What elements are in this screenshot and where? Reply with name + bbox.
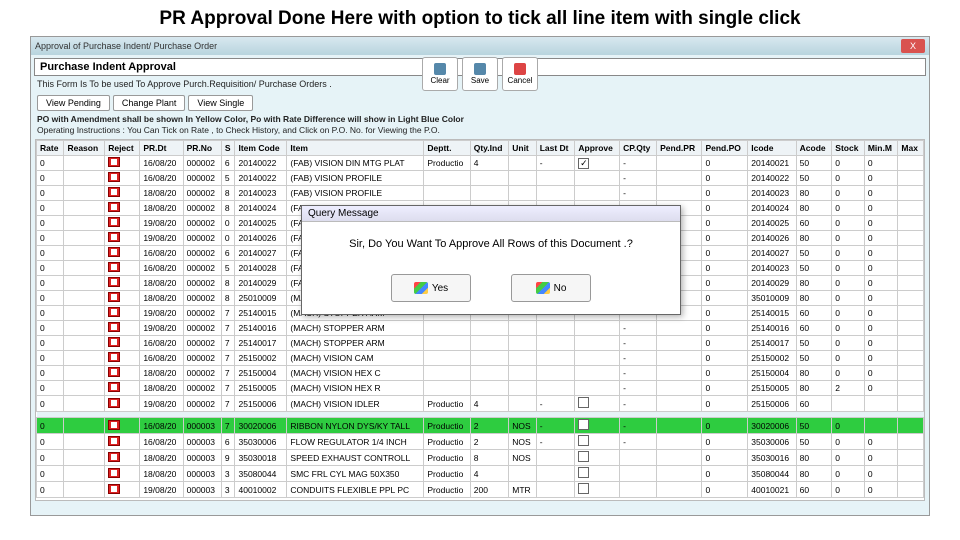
note-instructions: Operating Instructions : You Can Tick on… [31,125,929,137]
reject-checkbox[interactable] [108,217,120,227]
approve-checkbox[interactable] [578,435,589,446]
table-row[interactable]: 018/08/20000003335080044SMC FRL CYL MAG … [37,466,924,482]
change-plant-button[interactable]: Change Plant [113,95,186,111]
col-header[interactable]: Qty.Ind [470,141,509,156]
dialog-message: Sir, Do You Want To Approve All Rows of … [302,222,680,260]
col-header[interactable]: Reason [64,141,105,156]
note-amendment: PO with Amendment shall be shown In Yell… [31,113,929,125]
slide-title: PR Approval Done Here with option to tic… [0,0,960,36]
reject-checkbox[interactable] [108,277,120,287]
table-row[interactable]: 019/08/20000003340010002CONDUITS FLEXIBL… [37,482,924,498]
reject-checkbox[interactable] [108,468,120,478]
table-row[interactable]: 018/08/20000002725150005(MACH) VISION HE… [37,381,924,396]
col-header[interactable]: Pend.PR [657,141,702,156]
table-row[interactable]: 019/08/20000002725150006(MACH) VISION ID… [37,396,924,412]
reject-checkbox[interactable] [108,247,120,257]
reject-checkbox[interactable] [108,307,120,317]
approve-checkbox[interactable] [578,397,589,408]
table-row[interactable]: 018/08/20000003935030018SPEED EXHAUST CO… [37,450,924,466]
col-header[interactable]: S [221,141,235,156]
reject-checkbox[interactable] [108,232,120,242]
reject-checkbox[interactable] [108,337,120,347]
col-header[interactable]: Icode [748,141,796,156]
reject-checkbox[interactable] [108,382,120,392]
reject-checkbox[interactable] [108,322,120,332]
reject-checkbox[interactable] [108,352,120,362]
approve-checkbox[interactable] [578,451,589,462]
reject-checkbox[interactable] [108,292,120,302]
view-single-button[interactable]: View Single [188,95,253,111]
table-row[interactable]: 019/08/20000002725140016(MACH) STOPPER A… [37,321,924,336]
confirm-dialog: Query Message Sir, Do You Want To Approv… [301,205,681,315]
reject-checkbox[interactable] [108,367,120,377]
close-icon[interactable]: X [901,39,925,53]
windows-icon [414,282,428,294]
table-row[interactable]: 018/08/20000002820140023(FAB) VISION PRO… [37,186,924,201]
col-header[interactable]: Stock [832,141,865,156]
save-button[interactable]: Save [462,57,498,91]
table-row[interactable]: 016/08/20000002725150002(MACH) VISION CA… [37,351,924,366]
reject-checkbox[interactable] [108,420,120,430]
reject-checkbox[interactable] [108,187,120,197]
titlebar: Approval of Purchase Indent/ Purchase Or… [31,37,929,55]
table-row[interactable]: 018/08/20000002725150004(MACH) VISION HE… [37,366,924,381]
yes-button[interactable]: Yes [391,274,471,302]
reject-checkbox[interactable] [108,262,120,272]
clear-button[interactable]: Clear [422,57,458,91]
no-button[interactable]: No [511,274,591,302]
col-header[interactable]: Unit [509,141,536,156]
table-row[interactable]: 016/08/20000003635030006FLOW REGULATOR 1… [37,434,924,450]
col-header[interactable]: CP.Qty [620,141,657,156]
col-header[interactable]: Acode [796,141,832,156]
cancel-icon [514,63,526,75]
reject-checkbox[interactable] [108,157,120,167]
windows-icon [536,282,550,294]
approve-checkbox[interactable] [578,467,589,478]
app-window: Approval of Purchase Indent/ Purchase Or… [30,36,930,516]
view-buttons: View Pending Change Plant View Single [31,93,929,113]
reject-checkbox[interactable] [108,452,120,462]
reject-checkbox[interactable] [108,172,120,182]
col-header[interactable]: Rate [37,141,64,156]
table-row[interactable]: 016/08/20000002725140017(MACH) STOPPER A… [37,336,924,351]
col-header[interactable]: Max [898,141,924,156]
table-row[interactable]: 016/08/20000002620140022(FAB) VISION DIN… [37,156,924,171]
reject-checkbox[interactable] [108,398,120,408]
data-grid[interactable]: RateReasonRejectPR.DtPR.NoSItem CodeItem… [35,139,925,501]
table-row[interactable]: 016/08/20000002520140022(FAB) VISION PRO… [37,171,924,186]
approve-checkbox[interactable] [578,419,589,430]
col-header[interactable]: Last Dt [536,141,575,156]
window-title: Approval of Purchase Indent/ Purchase Or… [35,41,217,51]
approve-checkbox[interactable]: ✓ [578,158,589,169]
clear-icon [434,63,446,75]
reject-checkbox[interactable] [108,202,120,212]
col-header[interactable]: Approve [575,141,620,156]
col-header[interactable]: Pend.PO [702,141,748,156]
view-pending-button[interactable]: View Pending [37,95,110,111]
reject-checkbox[interactable] [108,436,120,446]
col-header[interactable]: Item [287,141,424,156]
col-header[interactable]: Item Code [235,141,287,156]
reject-checkbox[interactable] [108,484,120,494]
col-header[interactable]: PR.No [183,141,221,156]
col-header[interactable]: Reject [105,141,140,156]
table-row[interactable]: 016/08/20000003730020006RIBBON NYLON DYS… [37,418,924,434]
col-header[interactable]: PR.Dt [140,141,183,156]
col-header[interactable]: Min.M [864,141,898,156]
save-icon [474,63,486,75]
dialog-title: Query Message [302,206,680,222]
cancel-button[interactable]: Cancel [502,57,538,91]
col-header[interactable]: Deptt. [424,141,470,156]
approve-checkbox[interactable] [578,483,589,494]
